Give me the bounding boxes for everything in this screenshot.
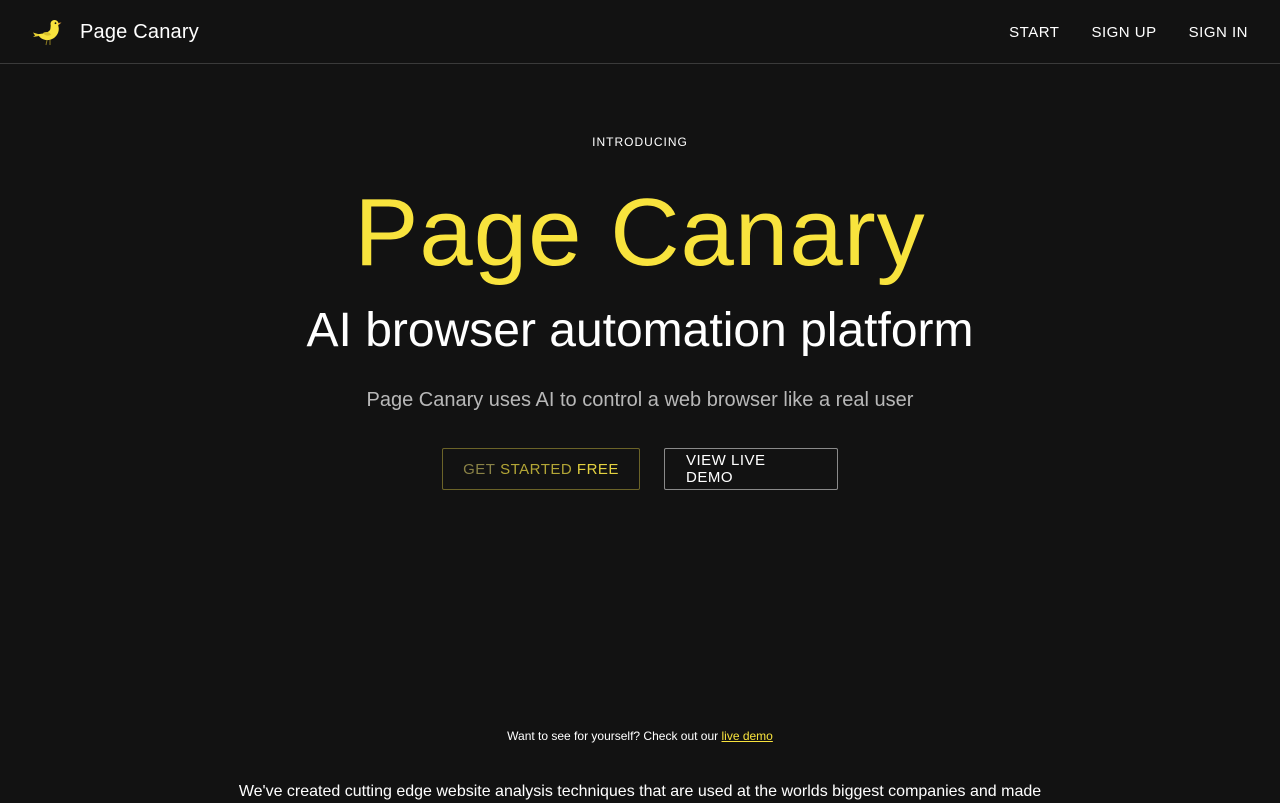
demo-note-text: Want to see for yourself? Check out our (507, 729, 719, 743)
get-started-word-1: GET (463, 460, 496, 478)
get-started-word-3: FREE (576, 460, 619, 478)
hero-title: Page Canary (354, 179, 926, 286)
site-header: Page Canary START SIGN UP SIGN IN (0, 0, 1280, 64)
nav-sign-up[interactable]: SIGN UP (1075, 16, 1172, 49)
cta-row: GET STARTED FREE VIEW LIVE DEMO (0, 448, 1280, 490)
hero-description: Page Canary uses AI to control a web bro… (366, 389, 914, 411)
get-started-button[interactable]: GET STARTED FREE (442, 448, 640, 490)
canary-bird-icon[interactable] (32, 16, 64, 48)
nav-start[interactable]: START (993, 16, 1075, 49)
nav-sign-in[interactable]: SIGN IN (1173, 16, 1264, 49)
hero-eyebrow: INTRODUCING (592, 135, 688, 149)
top-nav: START SIGN UP SIGN IN (993, 0, 1264, 64)
live-demo-link[interactable]: live demo (721, 729, 772, 743)
brand-name[interactable]: Page Canary (80, 19, 199, 45)
get-started-word-2: STARTED (500, 460, 573, 478)
view-live-demo-button[interactable]: VIEW LIVE DEMO (664, 448, 838, 490)
demo-note: Want to see for yourself? Check out our … (0, 728, 1280, 744)
hero-subtitle: AI browser automation platform (306, 304, 974, 357)
